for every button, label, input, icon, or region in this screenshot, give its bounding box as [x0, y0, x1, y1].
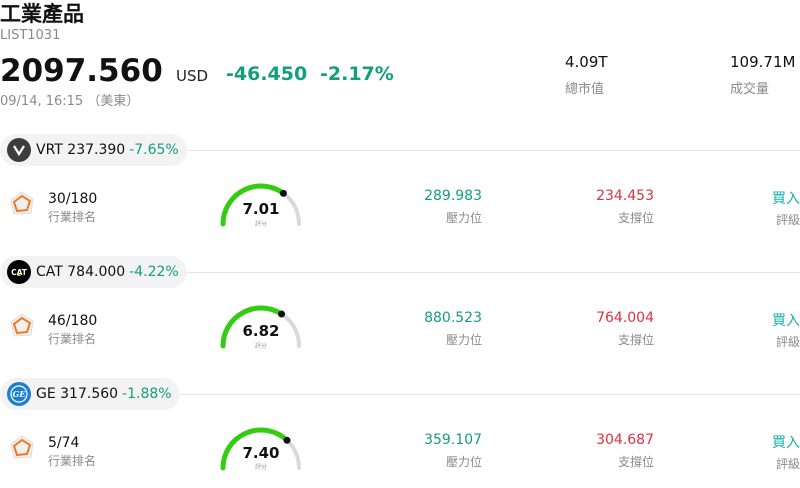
- divider: [184, 150, 800, 151]
- stock-ticker-pill[interactable]: GE GE 317.560 -1.88%: [0, 378, 180, 410]
- score-label: 評分: [254, 343, 267, 350]
- divider: [184, 272, 800, 273]
- radar-icon: [10, 313, 34, 337]
- rating-value: 買入: [772, 435, 800, 451]
- ge-logo-icon: GE: [7, 382, 31, 406]
- support-label: 支撐位: [617, 211, 654, 225]
- industry-rank-label: 行業排名: [48, 454, 97, 468]
- ticker-price: GE 317.560: [36, 386, 119, 402]
- rating-label: 評級: [775, 335, 800, 349]
- radar-icon: [10, 191, 34, 215]
- support-value: 304.687: [596, 432, 654, 448]
- industry-rank-label: 行業排名: [48, 210, 97, 224]
- resistance-label: 壓力位: [445, 333, 482, 347]
- timestamp: 09/14, 16:15 （美東）: [0, 94, 140, 109]
- ticker-price: VRT 237.390: [36, 142, 126, 158]
- resistance-value: 289.983: [424, 188, 482, 204]
- industry-rank: 5/74: [48, 435, 80, 451]
- rating-value: 買入: [772, 191, 800, 207]
- support-label: 支撐位: [617, 333, 654, 347]
- page-title: 工業產品: [0, 2, 84, 26]
- stock-ticker-pill[interactable]: CAT CAT 784.000 -4.22%: [0, 256, 187, 288]
- price-change-percent: -2.17%: [320, 63, 394, 85]
- score-label: 評分: [254, 464, 267, 471]
- score-value: 6.82: [242, 322, 280, 340]
- score-value: 7.01: [242, 200, 280, 218]
- price-change: -46.450: [226, 63, 308, 85]
- resistance-value: 359.107: [424, 432, 482, 448]
- score-value: 7.40: [242, 444, 280, 462]
- support-label: 支撐位: [617, 455, 654, 469]
- resistance-value: 880.523: [424, 310, 482, 326]
- rating-label: 評級: [775, 457, 800, 471]
- rating-value: 買入: [772, 313, 800, 329]
- radar-icon: [10, 435, 34, 459]
- industry-rank-label: 行業排名: [48, 332, 97, 346]
- industry-rank: 30/180: [48, 191, 98, 207]
- index-code: LIST1031: [0, 28, 61, 43]
- ticker-change: -7.65%: [129, 142, 179, 158]
- resistance-label: 壓力位: [445, 211, 482, 225]
- volume-value: 109.71M: [730, 53, 796, 71]
- index-price: 2097.560: [0, 53, 163, 89]
- score-label: 評分: [254, 221, 267, 228]
- rating-label: 評級: [775, 213, 800, 227]
- industry-rank: 46/180: [48, 313, 98, 329]
- caterpillar-logo-icon: CAT: [7, 260, 31, 284]
- ticker-change: -1.88%: [122, 386, 172, 402]
- ticker-price: CAT 784.000: [36, 264, 126, 280]
- support-value: 234.453: [596, 188, 654, 204]
- ticker-change: -4.22%: [129, 264, 179, 280]
- currency: USD: [176, 67, 209, 85]
- divider: [178, 394, 800, 395]
- support-value: 764.004: [596, 310, 654, 326]
- volume-label: 成交量: [730, 82, 770, 97]
- svg-text:GE: GE: [13, 389, 27, 399]
- stock-ticker-pill[interactable]: VRT 237.390 -7.65%: [0, 134, 187, 166]
- market-cap-value: 4.09T: [565, 53, 608, 71]
- vertiv-logo-icon: [7, 138, 31, 162]
- market-cap-label: 總市值: [565, 82, 605, 97]
- resistance-label: 壓力位: [445, 455, 482, 469]
